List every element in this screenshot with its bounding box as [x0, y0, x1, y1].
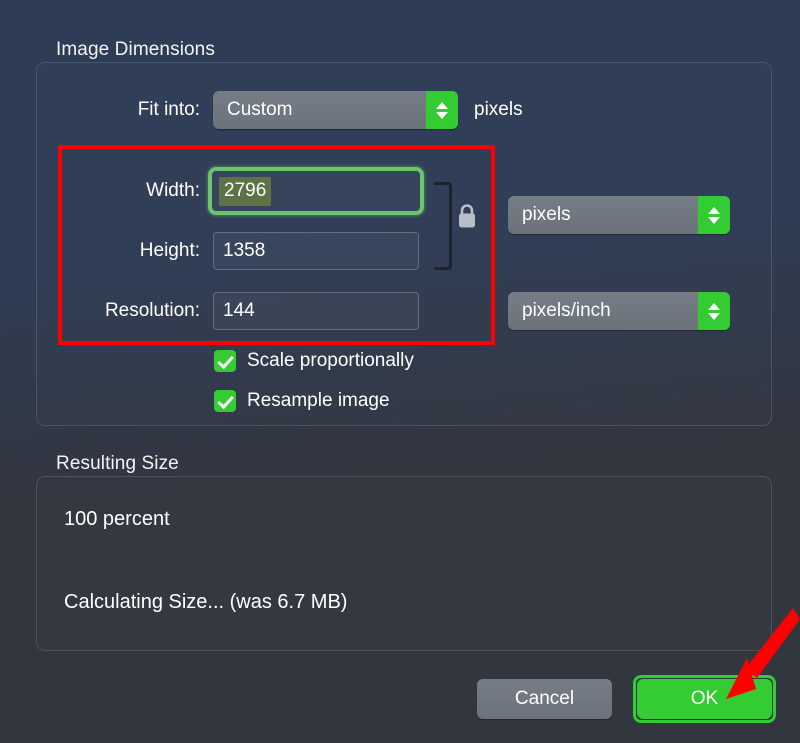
resulting-percent-text: 100 percent: [64, 508, 170, 530]
ok-button[interactable]: OK: [637, 679, 772, 719]
fit-into-select[interactable]: Custom: [213, 91, 458, 129]
chevron-up-icon: [708, 206, 720, 214]
fit-into-label: Fit into:: [137, 99, 200, 120]
dimension-units-stepper-icon[interactable]: [698, 196, 730, 234]
width-label: Width:: [146, 180, 200, 201]
dimension-link-bracket: [434, 182, 452, 270]
dimension-units-selected-value: pixels: [522, 204, 571, 225]
cancel-button[interactable]: Cancel: [477, 679, 612, 719]
width-input[interactable]: 2796: [215, 172, 417, 210]
resolution-units-selected-value: pixels/inch: [522, 300, 611, 321]
resample-image-checkbox-row[interactable]: Resample image: [214, 390, 390, 412]
height-label: Height:: [139, 240, 200, 261]
checkbox-checked-icon[interactable]: [214, 350, 236, 372]
chevron-down-icon: [708, 312, 720, 320]
fit-into-stepper-icon[interactable]: [426, 91, 458, 129]
chevron-up-icon: [436, 101, 448, 109]
resample-image-label: Resample image: [247, 390, 390, 411]
checkbox-checked-icon[interactable]: [214, 390, 236, 412]
lock-closed-icon[interactable]: [456, 203, 478, 229]
width-input-value: 2796: [219, 176, 272, 206]
fit-into-unit-suffix: pixels: [474, 99, 523, 120]
height-input[interactable]: 1358: [213, 232, 419, 270]
resulting-size-groupbox: [36, 476, 772, 651]
resolution-label: Resolution:: [104, 300, 200, 321]
resulting-size-text: Calculating Size... (was 6.7 MB): [64, 591, 348, 613]
resolution-units-select[interactable]: pixels/inch: [508, 292, 730, 330]
chevron-down-icon: [436, 111, 448, 119]
scale-proportionally-label: Scale proportionally: [247, 350, 414, 371]
chevron-down-icon: [708, 216, 720, 224]
scale-proportionally-checkbox-row[interactable]: Scale proportionally: [214, 350, 414, 372]
image-dimensions-heading: Image Dimensions: [56, 39, 215, 60]
resolution-input[interactable]: 144: [213, 292, 419, 330]
resulting-size-heading: Resulting Size: [56, 453, 179, 474]
resolution-units-stepper-icon[interactable]: [698, 292, 730, 330]
fit-into-selected-value: Custom: [227, 99, 293, 120]
dimension-units-select[interactable]: pixels: [508, 196, 730, 234]
chevron-up-icon: [708, 302, 720, 310]
